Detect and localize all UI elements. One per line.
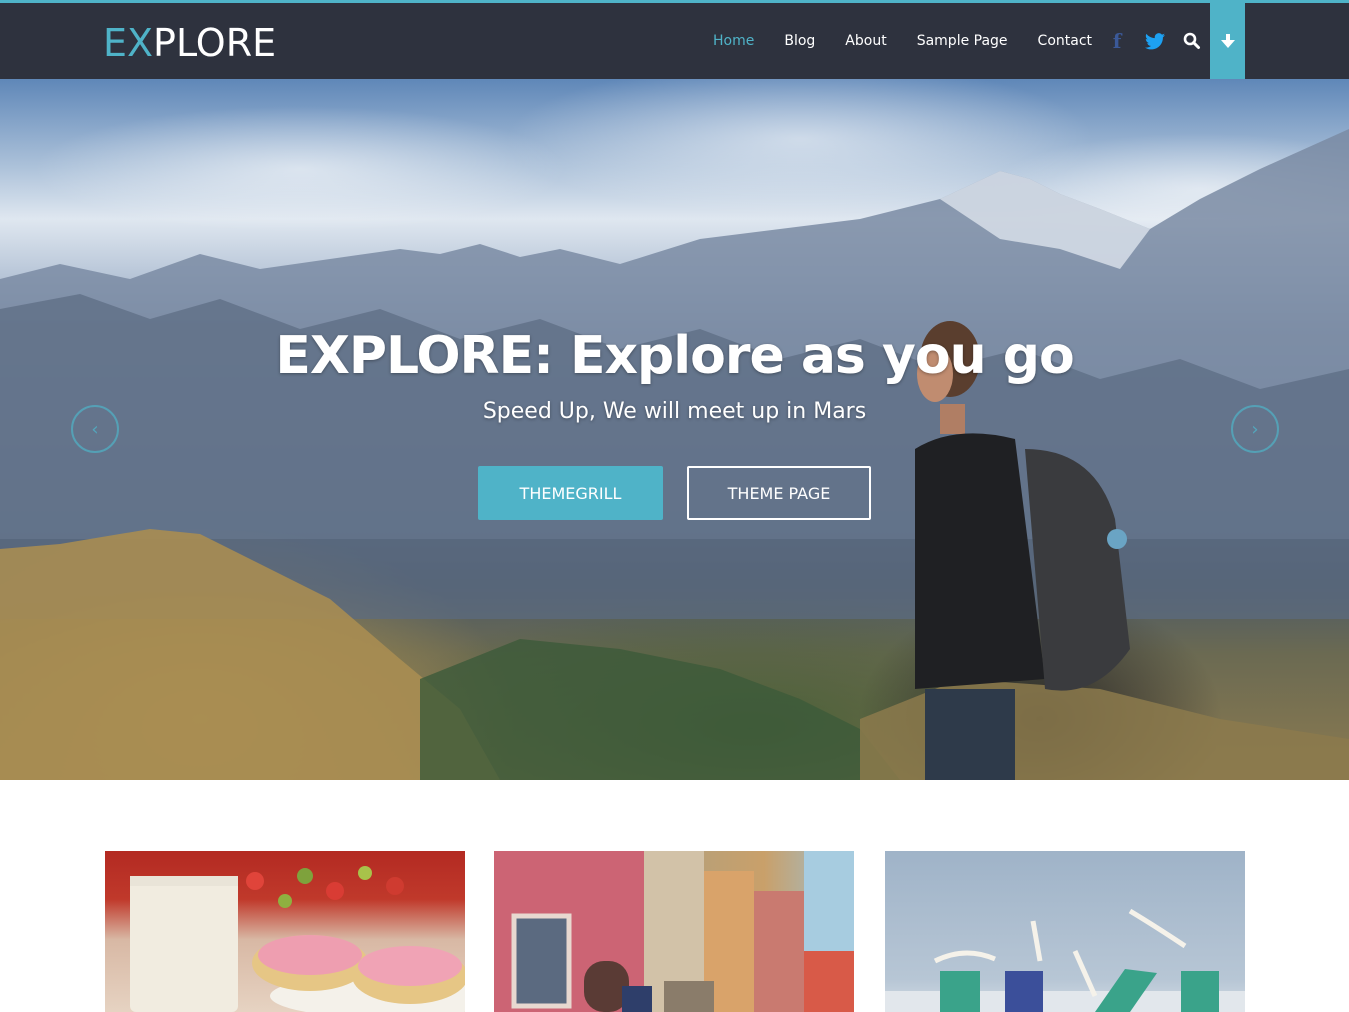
themegrill-button[interactable]: THEMEGRILL [478, 466, 663, 520]
hero-slider: EXPLORE: Explore as you go Speed Up, We … [0, 79, 1349, 780]
logo-text: PLORE [153, 21, 277, 65]
nav-item-about[interactable]: About [845, 33, 886, 49]
header-toggle-button[interactable] [1210, 3, 1245, 79]
milk-cookies-image [130, 866, 465, 1012]
old-town-street-image [494, 851, 854, 1012]
social-links: f [1104, 3, 1180, 79]
post-card-old-town[interactable] [494, 851, 854, 1012]
facebook-icon: f [1112, 29, 1122, 53]
hero-title: EXPLORE: Explore as you go [275, 326, 1074, 386]
slider-prev-button[interactable]: ‹ [71, 405, 119, 453]
hiker-figure [915, 321, 1130, 780]
facebook-link[interactable]: f [1104, 28, 1130, 54]
site-logo[interactable]: EXPLORE [103, 23, 276, 63]
main-navigation: Home Blog About Sample Page Contact [698, 3, 1107, 79]
nav-item-blog[interactable]: Blog [784, 33, 815, 49]
hero-subtitle: Speed Up, We will meet up in Mars [482, 399, 867, 424]
nav-item-home[interactable]: Home [713, 33, 754, 49]
post-card-milk-cookies[interactable] [105, 851, 465, 1012]
search-icon [1183, 32, 1200, 49]
nav-item-sample-page[interactable]: Sample Page [917, 33, 1008, 49]
site-header: EXPLORE Home Blog About Sample Page Cont… [0, 3, 1349, 79]
search-button[interactable] [1180, 29, 1204, 53]
post-card-beach-chairs[interactable] [885, 851, 1245, 1012]
chevron-right-icon: › [1251, 418, 1259, 440]
hero-mountain-background [0, 129, 1349, 780]
theme-page-button[interactable]: THEME PAGE [687, 466, 871, 520]
beach-chairs-image [885, 908, 1245, 1012]
twitter-icon [1145, 32, 1165, 49]
featured-posts [0, 851, 1349, 1012]
chevron-left-icon: ‹ [91, 418, 99, 440]
twitter-link[interactable] [1142, 28, 1168, 54]
slider-next-button[interactable]: › [1231, 405, 1279, 453]
logo-accent-text: EX [103, 21, 154, 65]
nav-item-contact[interactable]: Contact [1038, 33, 1092, 49]
arrow-down-icon [1220, 34, 1235, 48]
